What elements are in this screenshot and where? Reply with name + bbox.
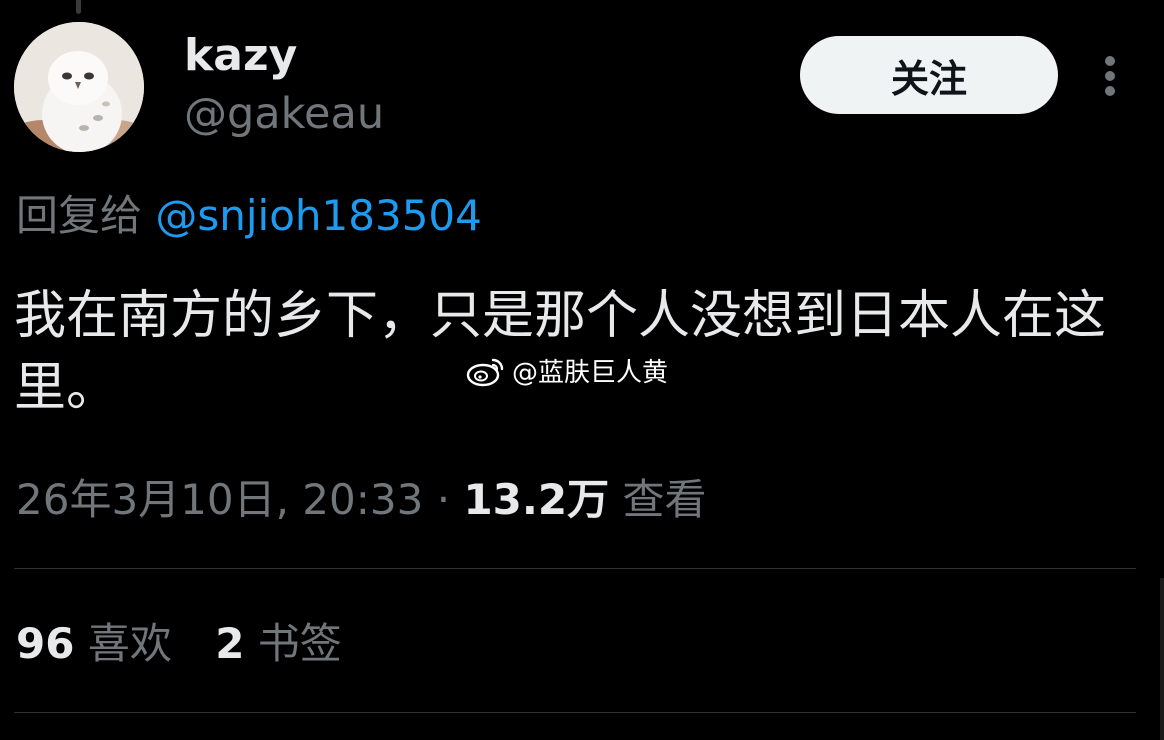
- divider: [14, 712, 1136, 713]
- watermark-text: @蓝肤巨人黄: [512, 358, 669, 388]
- author-display-name[interactable]: kazy: [184, 28, 297, 84]
- bookmarks-stat[interactable]: 2 书签: [215, 619, 342, 668]
- reply-mention-link[interactable]: @snjioh183504: [155, 191, 481, 240]
- meta-separator: ·: [436, 475, 451, 524]
- likes-stat[interactable]: 96 喜欢: [16, 619, 185, 668]
- reply-context: 回复给 @snjioh183504: [16, 188, 482, 244]
- bookmarks-label: 书签: [257, 619, 342, 668]
- engagement-stats: 96 喜欢 2 书签: [16, 616, 342, 672]
- tweet-timestamp[interactable]: 26年3月10日, 20:33: [16, 475, 423, 524]
- tweet-meta: 26年3月10日, 20:33 · 13.2万 查看: [16, 472, 706, 528]
- reply-prefix: 回复给: [16, 191, 143, 240]
- follow-button[interactable]: 关注: [800, 36, 1058, 114]
- more-dot: [1105, 86, 1115, 96]
- weibo-icon: [466, 358, 504, 386]
- likes-label: 喜欢: [87, 619, 172, 668]
- views-label: 查看: [622, 475, 707, 524]
- divider: [14, 568, 1136, 569]
- scrollbar-edge: [1160, 578, 1164, 740]
- views-count: 13.2万: [463, 475, 610, 524]
- watermark: @蓝肤巨人黄: [466, 352, 668, 389]
- likes-count: 96: [16, 619, 75, 668]
- avatar[interactable]: [14, 22, 144, 152]
- thread-connector-line: [76, 0, 81, 14]
- bookmarks-count: 2: [215, 619, 245, 668]
- more-options-icon[interactable]: [1094, 52, 1126, 100]
- author-handle[interactable]: @gakeau: [184, 86, 384, 142]
- snowy-owl-avatar-icon: [14, 22, 144, 152]
- more-dot: [1105, 56, 1115, 66]
- more-dot: [1105, 71, 1115, 81]
